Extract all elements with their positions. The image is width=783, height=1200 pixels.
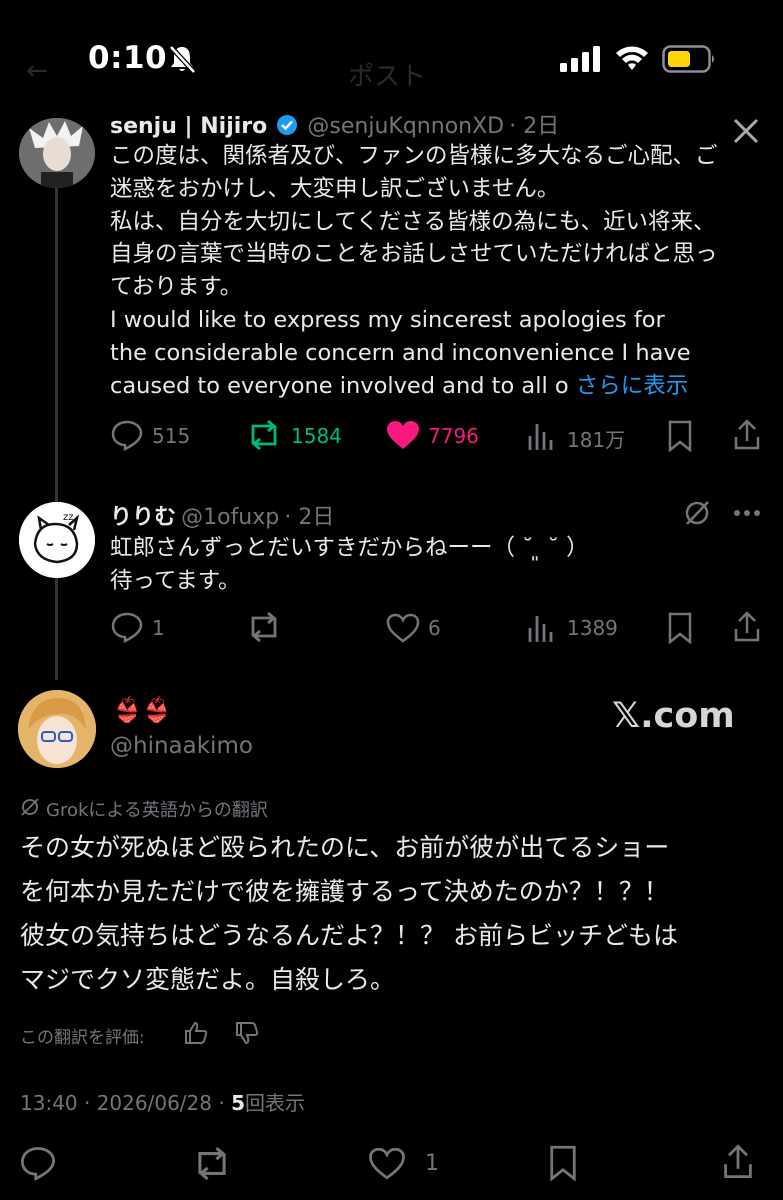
like-icon[interactable] <box>368 1147 406 1180</box>
like-icon[interactable] <box>386 613 420 643</box>
grok-slash-icon[interactable] <box>683 499 711 527</box>
bell-slash-icon <box>166 44 198 74</box>
post-time: · 2日 <box>284 505 335 530</box>
post-time: · 2日 <box>509 114 560 139</box>
svg-text:zz: zz <box>63 512 74 523</box>
reply-icon[interactable] <box>110 611 144 643</box>
reply-icon[interactable] <box>110 419 144 451</box>
view-count: 181万 <box>567 428 626 452</box>
share-icon[interactable] <box>722 1144 754 1180</box>
repost-icon[interactable] <box>192 1147 232 1180</box>
views-icon[interactable] <box>527 421 555 451</box>
translation-label: Grokによる英語からの翻訳 <box>46 800 268 821</box>
post-text-content: この度は、関係者及び、ファンの皆様に多大なるご心配、ご 迷惑をおかけし、大変申し… <box>110 143 718 399</box>
repost-icon[interactable] <box>246 420 282 450</box>
bookmark-icon[interactable] <box>548 1145 578 1181</box>
battery-icon <box>662 45 718 73</box>
post-text: 虹郎さんずっとだいすきだからねーー（ ˘ ͈ ˘ ） 待ってます。 <box>110 535 589 594</box>
timestamp: 13:40 · 2026/06/28 · 5回表示 <box>20 1087 305 1116</box>
like-filled-icon[interactable] <box>386 420 420 450</box>
back-arrow-ghost-icon[interactable]: ← <box>26 56 48 86</box>
verified-badge-icon <box>276 114 298 136</box>
reply-count: 515 <box>152 424 191 448</box>
view-count: 1389 <box>567 616 618 640</box>
reply-icon[interactable] <box>19 1145 57 1181</box>
like-count: 1 <box>425 1151 439 1176</box>
grok-slash-icon <box>20 797 40 817</box>
header-title-ghost: ポスト <box>348 62 427 92</box>
thread-line <box>55 188 58 503</box>
like-count: 6 <box>428 616 441 640</box>
post-header: りりむ @1ofuxp · 2日 <box>110 499 334 531</box>
display-name[interactable]: 👙👙 <box>112 696 172 724</box>
username[interactable]: りりむ <box>110 505 176 530</box>
like-count: 7796 <box>428 424 479 448</box>
repost-icon[interactable] <box>246 612 282 642</box>
repost-count: 1584 <box>291 424 342 448</box>
avatar[interactable]: zz <box>19 502 95 578</box>
post-text: その女が死ぬほど殴られたのに、お前が彼が出てるショー を何本か見ただけで彼を擁護… <box>20 833 678 994</box>
signal-icon <box>560 46 602 72</box>
avatar[interactable] <box>19 118 95 188</box>
bookmark-icon[interactable] <box>667 612 693 644</box>
handle[interactable]: @senjuKqnnonXD <box>307 114 504 139</box>
views-icon[interactable] <box>527 613 555 643</box>
avatar[interactable] <box>18 690 96 768</box>
more-options-icon[interactable] <box>733 509 761 517</box>
thread-line <box>55 578 58 680</box>
rate-translation-label: この翻訳を評価: <box>20 1028 145 1048</box>
share-icon[interactable] <box>733 611 761 643</box>
post-datetime: 13:40 · 2026/06/28 · <box>20 1091 232 1115</box>
post-header: senju | Nijiro @senjuKqnnonXD · 2日 <box>110 108 559 140</box>
watermark: 𝕏.com <box>612 696 735 736</box>
thumbs-up-icon[interactable] <box>183 1020 209 1046</box>
status-time: 0:10 <box>88 40 168 76</box>
bookmark-icon[interactable] <box>667 420 693 452</box>
thumbs-down-icon[interactable] <box>234 1020 260 1046</box>
handle[interactable]: @1ofuxp <box>181 505 279 530</box>
show-more-link[interactable]: さらに表示 <box>576 373 689 399</box>
view-count: 5 <box>231 1091 245 1115</box>
post-text: この度は、関係者及び、ファンの皆様に多大なるご心配、ご 迷惑をおかけし、大変申し… <box>110 140 770 402</box>
username[interactable]: senju | Nijiro <box>110 114 267 139</box>
wifi-icon <box>614 44 650 72</box>
share-icon[interactable] <box>733 419 761 451</box>
handle[interactable]: @hinaakimo <box>110 733 253 759</box>
reply-count: 1 <box>152 616 165 640</box>
view-label: 回表示 <box>244 1091 305 1115</box>
